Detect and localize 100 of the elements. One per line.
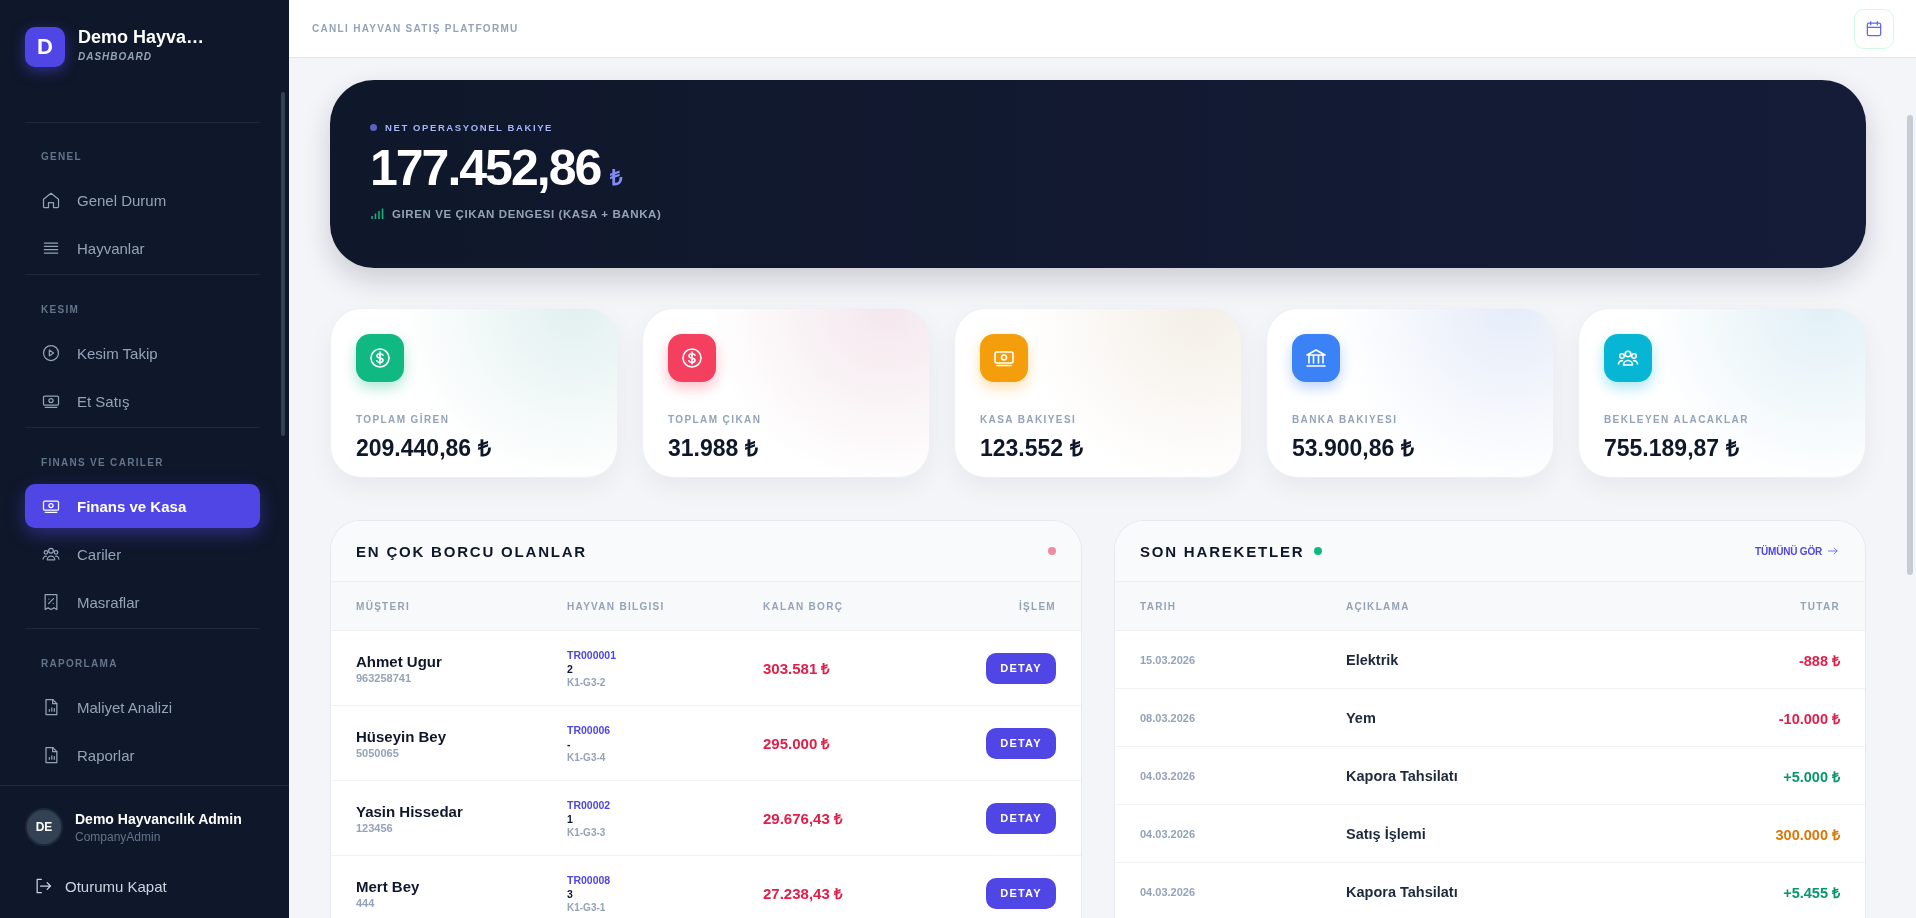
scrollbar-thumb[interactable]: [281, 92, 285, 436]
stat-label: TOPLAM GİREN: [356, 414, 451, 425]
customer-phone: 444: [356, 896, 376, 909]
calendar-button[interactable]: [1854, 8, 1894, 49]
customer-phone: 5050065: [356, 746, 400, 759]
stat-value: 755.189,87 ₺: [1604, 434, 1740, 463]
detail-button[interactable]: DETAY: [986, 652, 1056, 684]
transaction-description: Yem: [1346, 709, 1377, 726]
stat-label: KASA BAKIYESI: [980, 414, 1078, 425]
transaction-description: Kapora Tahsilatı: [1346, 883, 1459, 900]
customer-name: Ahmet Ugur: [356, 652, 443, 670]
panel-title: EN ÇOK BORCU OLANLAR: [356, 542, 587, 560]
sidebar-item[interactable]: Maliyet Analizi: [25, 685, 260, 729]
column-header: MÜŞTERI: [356, 600, 412, 612]
logout-button[interactable]: Oturumu Kapat: [25, 864, 264, 908]
sidebar-item[interactable]: Hayvanlar: [25, 226, 260, 270]
animal-count: 3: [567, 887, 574, 900]
panel-title: SON HAREKETLER: [1140, 542, 1305, 560]
sidebar-item[interactable]: Finans ve Kasa: [25, 484, 260, 528]
transaction-date: 04.03.2026: [1140, 885, 1197, 898]
section-label: RAPORLAMA: [40, 657, 119, 671]
detail-button[interactable]: DETAY: [986, 727, 1056, 759]
sidebar-item[interactable]: Masraflar: [25, 580, 260, 624]
column-header: KALAN BORÇ: [763, 600, 845, 612]
stat-label: BEKLEYEN ALACAKLAR: [1604, 414, 1750, 425]
status-dot: [1048, 547, 1056, 555]
animal-location: K1-G3-1: [567, 901, 607, 913]
view-all-link[interactable]: TÜMÜNÜ GÖR: [1755, 544, 1840, 558]
column-header: İŞLEM: [1018, 600, 1056, 612]
transaction-description: Satış İşlemi: [1346, 825, 1427, 842]
page-title: CANLI HAYVAN SATIŞ PLATFORMU: [312, 23, 519, 34]
user-role: CompanyAdmin: [75, 829, 162, 844]
scrollbar-thumb[interactable]: [1907, 115, 1913, 575]
stat-value: 31.988 ₺: [668, 434, 759, 463]
animal-tag: TR00008: [567, 873, 763, 886]
sidebar-item[interactable]: Genel Durum: [25, 178, 260, 222]
transaction-amount: 300.000 ₺: [1775, 825, 1840, 844]
brand-subtitle: DASHBOARD: [78, 51, 153, 62]
status-dot: [1314, 547, 1323, 555]
transaction-amount: -10.000 ₺: [1778, 709, 1840, 728]
dollar-icon: [368, 346, 392, 370]
calendar-icon: [1864, 18, 1884, 39]
remaining-debt: 27.238,43 ₺: [763, 885, 843, 902]
transaction-date: 04.03.2026: [1140, 827, 1197, 840]
column-header: TUTAR: [1800, 600, 1840, 612]
remaining-debt: 29.676,43 ₺: [763, 810, 843, 827]
stat-value: 123.552 ₺: [980, 434, 1084, 463]
status-dot: [370, 124, 377, 131]
transaction-amount: -888 ₺: [1798, 651, 1840, 670]
stat-value: 53.900,86 ₺: [1292, 434, 1415, 463]
bank-icon: [1304, 346, 1328, 370]
bar-chart-icon: [370, 207, 384, 221]
transaction-description: Elektrik: [1346, 651, 1400, 668]
user-avatar: DE: [25, 808, 63, 846]
sidebar-item[interactable]: Raporlar: [25, 733, 260, 777]
stat-label: TOPLAM ÇIKAN: [668, 414, 763, 425]
animal-tag: TR00002: [567, 798, 763, 811]
column-header: TARIH: [1140, 600, 1178, 612]
balance-label: NET OPERASYONEL BAKIYE: [385, 122, 554, 133]
brand-logo: D: [25, 27, 65, 67]
transaction-date: 04.03.2026: [1140, 769, 1197, 782]
customer-name: Mert Bey: [356, 877, 421, 895]
home-icon: [41, 190, 61, 210]
animal-location: K1-G3-3: [567, 826, 607, 838]
animal-count: 1: [567, 812, 574, 825]
column-header: AÇIKLAMA: [1346, 600, 1411, 612]
customer-name: Yasin Hissedar: [356, 802, 464, 820]
dollar-icon: [680, 346, 704, 370]
stat-value: 209.440,86 ₺: [356, 434, 492, 463]
animal-tag: TR00006: [567, 723, 763, 736]
transaction-date: 15.03.2026: [1140, 653, 1197, 666]
balance-note: GIREN VE ÇIKAN DENGESI (KASA + BANKA): [392, 208, 662, 220]
animal-count: 2: [567, 662, 574, 675]
animal-tag: TR000001: [567, 648, 763, 661]
user-name: Demo Hayvancılık Admin: [75, 810, 242, 827]
section-label: GENEL: [40, 150, 83, 164]
detail-button[interactable]: DETAY: [986, 877, 1056, 909]
section-label: FINANS VE CARILER: [40, 456, 165, 470]
animal-location: K1-G3-4: [567, 751, 607, 763]
brand-name: Demo Hayva…: [78, 27, 205, 48]
transaction-amount: +5.000 ₺: [1783, 767, 1840, 786]
transaction-description: Kapora Tahsilatı: [1346, 767, 1459, 784]
balance-amount: 177.452,86: [370, 139, 601, 197]
remaining-debt: 295.000 ₺: [763, 735, 831, 752]
animal-location: K1-G3-2: [567, 676, 607, 688]
sidebar-item[interactable]: Kesim Takip: [25, 331, 260, 375]
customer-phone: 963258741: [356, 671, 413, 684]
detail-button[interactable]: DETAY: [986, 802, 1056, 834]
sidebar-item[interactable]: Cariler: [25, 532, 260, 576]
transaction-date: 08.03.2026: [1140, 711, 1197, 724]
sidebar-item[interactable]: Et Satış: [25, 379, 260, 423]
animal-count: -: [567, 737, 572, 750]
play-icon: [41, 343, 61, 363]
column-header: HAYVAN BILGISI: [567, 600, 666, 612]
currency-symbol: ₺: [610, 164, 624, 191]
customer-name: Hüseyin Bey: [356, 727, 448, 745]
transaction-amount: +5.455 ₺: [1783, 883, 1840, 902]
section-label: KESIM: [40, 303, 81, 317]
customer-phone: 123456: [356, 821, 394, 834]
remaining-debt: 303.581 ₺: [763, 660, 831, 677]
